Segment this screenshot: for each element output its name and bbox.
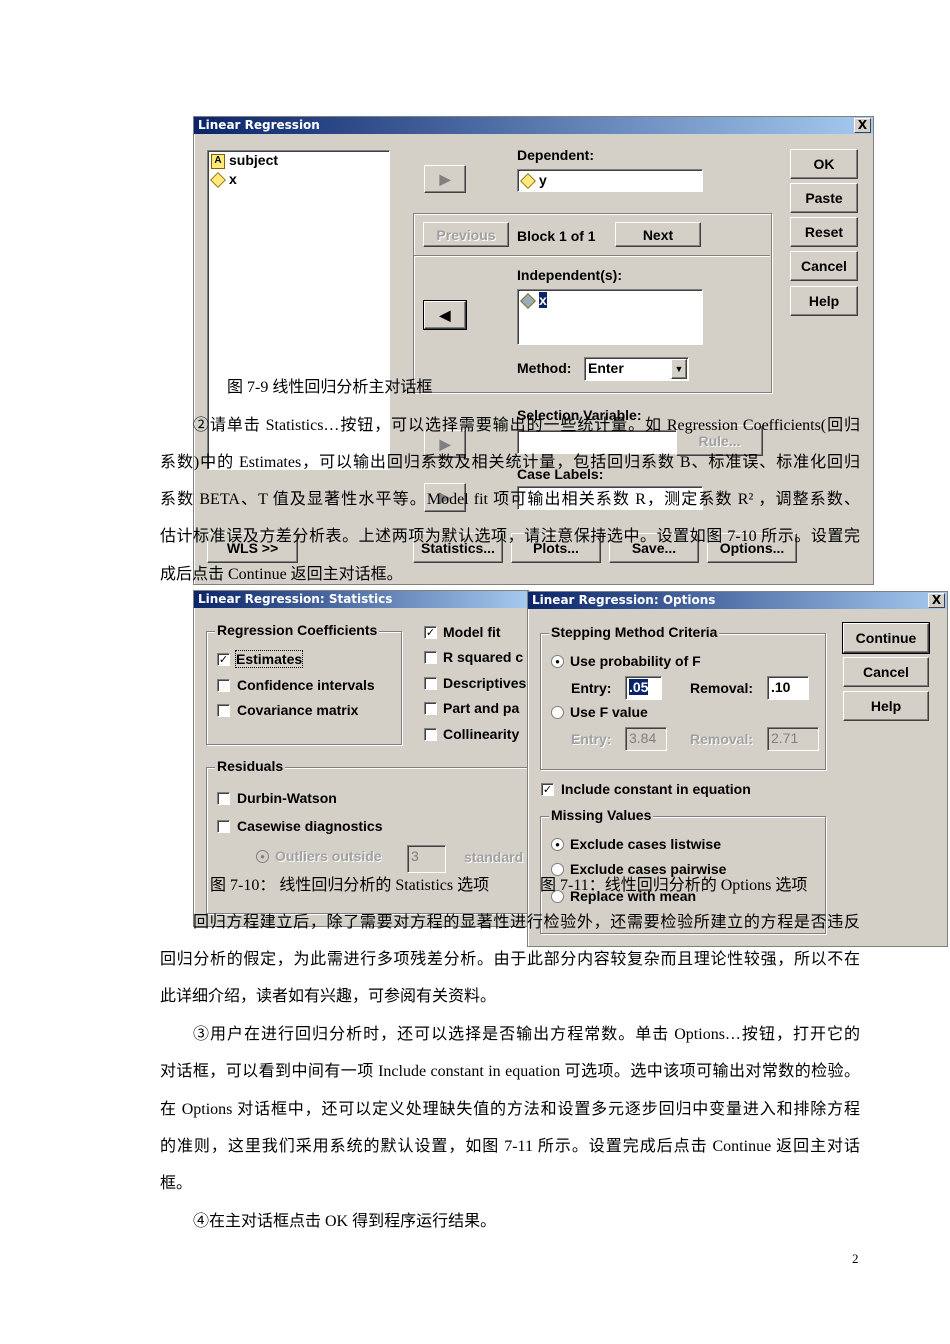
move-dependent-button[interactable]: ▶ — [424, 165, 466, 193]
remove-independent-button[interactable]: ◀ — [423, 300, 467, 330]
string-variable-icon: A — [211, 153, 225, 169]
figure-caption: 图 7-9 线性回归分析主对话框 — [227, 379, 433, 396]
list-item[interactable]: x — [210, 170, 389, 189]
list-item[interactable]: Asubject — [211, 151, 389, 170]
durbin-watson-checkbox[interactable] — [217, 792, 230, 805]
method-label: Method: — [517, 360, 572, 376]
outliers-field[interactable]: 3 — [407, 845, 446, 873]
numeric-variable-icon — [210, 172, 226, 189]
paragraph-line: 框。 — [160, 1175, 193, 1192]
use-f-value-radio[interactable] — [551, 706, 564, 719]
confidence-intervals-label: Confidence intervals — [237, 677, 375, 693]
estimates-checkbox[interactable]: ✓ — [217, 653, 230, 666]
independent-list[interactable]: x — [517, 289, 703, 345]
descriptives-label: Descriptives — [443, 675, 527, 691]
use-f-value-label: Use F value — [570, 704, 648, 720]
durbin-watson-label: Durbin-Watson — [237, 790, 337, 806]
paragraph-line: 回归分析的假定，为此需进行多项残差分析。由于此部分内容较复杂而且理论性较强，所以… — [160, 951, 860, 968]
paragraph-line: 系数)中的 Estimates，可以输出回归系数及相关统计量，包括回归系数 B、… — [160, 454, 860, 471]
casewise-label: Casewise diagnostics — [237, 818, 383, 834]
removal-field[interactable]: .10 — [767, 676, 809, 700]
divider — [414, 255, 770, 257]
paragraph-line: 此详细介绍，读者如有兴趣，可参阅有关资料。 — [160, 988, 497, 1005]
help-button[interactable]: Help — [843, 691, 929, 721]
covariance-matrix-label: Covariance matrix — [237, 702, 359, 718]
paragraph-line: 系数 BETA、T 值及显著性水平等。Model fit 项可输出相关系数 R，… — [160, 491, 860, 508]
entry-field[interactable]: .05 — [625, 676, 662, 700]
numeric-variable-icon — [520, 173, 536, 190]
reset-button[interactable]: Reset — [790, 217, 858, 247]
standard-label: standard — [464, 849, 524, 865]
previous-button[interactable]: Previous — [423, 222, 509, 247]
title-bar: Linear Regression X — [194, 117, 873, 134]
f-removal-label: Removal: — [690, 731, 754, 747]
paragraph-line: 回归方程建立后，除了需要对方程的显著性进行检验外，还需要检验所建立的方程是否违反 — [193, 914, 860, 931]
include-constant-label: Include constant in equation — [561, 781, 751, 797]
close-button[interactable]: X — [854, 118, 871, 133]
use-probability-label: Use probability of F — [570, 653, 701, 669]
document-page: Linear Regression X Asubject x ▶ Dependen… — [0, 0, 950, 1344]
use-probability-radio[interactable]: ● — [551, 655, 564, 668]
paragraph-line: 成后点击 Continue 返回主对话框。 — [160, 566, 403, 583]
next-button[interactable]: Next — [615, 222, 701, 247]
entry-label: Entry: — [571, 680, 612, 696]
collinearity-checkbox[interactable] — [424, 728, 437, 741]
continue-button[interactable]: Continue — [842, 622, 930, 654]
paragraph-line: ③用户在进行回归分析时，还可以选择是否输出方程常数。单击 Options…按钮，… — [193, 1026, 860, 1043]
block-label: Block 1 of 1 — [517, 228, 596, 244]
outliers-radio[interactable]: ● — [256, 850, 269, 863]
paragraph-line: 对话框，可以看到中间有一项 Include constant in equati… — [160, 1063, 860, 1080]
close-button[interactable]: X — [928, 593, 945, 608]
paste-button[interactable]: Paste — [790, 183, 858, 213]
figure-caption: 图 7-10： 线性回归分析的 Statistics 选项 — [210, 877, 490, 894]
paragraph-line: ④在主对话框点击 OK 得到程序运行结果。 — [193, 1213, 497, 1230]
f-entry-label: Entry: — [571, 731, 612, 747]
method-select[interactable]: Enter ▼ — [584, 357, 689, 381]
listwise-radio[interactable]: ● — [551, 838, 564, 851]
title-bar: Linear Regression: Statistics — [194, 591, 528, 608]
model-fit-label: Model fit — [443, 624, 501, 640]
independent-label: Independent(s): — [517, 267, 622, 283]
f-entry-field[interactable]: 3.84 — [625, 727, 667, 751]
cancel-button[interactable]: Cancel — [843, 657, 929, 687]
paragraph-line: 在 Options 对话框中，还可以定义处理缺失值的方法和设置多元逐步回归中变量… — [160, 1101, 860, 1118]
part-partial-label: Part and pa — [443, 700, 520, 716]
r-squared-checkbox[interactable] — [424, 651, 437, 664]
removal-label: Removal: — [690, 680, 754, 696]
descriptives-checkbox[interactable] — [424, 677, 437, 690]
casewise-checkbox[interactable] — [217, 820, 230, 833]
dependent-field[interactable]: y — [517, 169, 703, 192]
collinearity-label: Collinearity — [443, 726, 520, 742]
model-fit-checkbox[interactable]: ✓ — [424, 626, 437, 639]
outliers-label: Outliers outside — [275, 848, 382, 864]
f-removal-field[interactable]: 2.71 — [767, 727, 819, 751]
listwise-label: Exclude cases listwise — [570, 836, 721, 852]
dependent-label: Dependent: — [517, 147, 594, 163]
part-partial-checkbox[interactable] — [424, 702, 437, 715]
paragraph-line: ②请单击 Statistics…按钮，可以选择需要输出的一些统计量。如 Regr… — [193, 417, 860, 434]
ok-button[interactable]: OK — [790, 149, 858, 179]
paragraph-line: 估计标准误及方差分析表。上述两项为默认选项，请注意保持选中。设置如图 7-10 … — [160, 528, 860, 545]
cancel-button[interactable]: Cancel — [790, 251, 858, 281]
include-constant-checkbox[interactable]: ✓ — [541, 783, 554, 796]
figure-caption: 图 7-11：线性回归分析的 Options 选项 — [540, 877, 808, 894]
numeric-variable-icon — [520, 293, 536, 310]
estimates-label: Estimates — [234, 650, 304, 668]
covariance-matrix-checkbox[interactable] — [217, 704, 230, 717]
r-squared-label: R squared c — [443, 649, 524, 665]
title-bar: Linear Regression: Options X — [528, 592, 947, 609]
chevron-down-icon[interactable]: ▼ — [671, 359, 687, 379]
confidence-intervals-checkbox[interactable] — [217, 679, 230, 692]
paragraph-line: 的准则，这里我们采用系统的默认设置，如图 7-11 所示。设置完成后点击 Con… — [160, 1138, 860, 1155]
help-button[interactable]: Help — [790, 286, 858, 316]
page-number: 2 — [852, 1251, 859, 1266]
